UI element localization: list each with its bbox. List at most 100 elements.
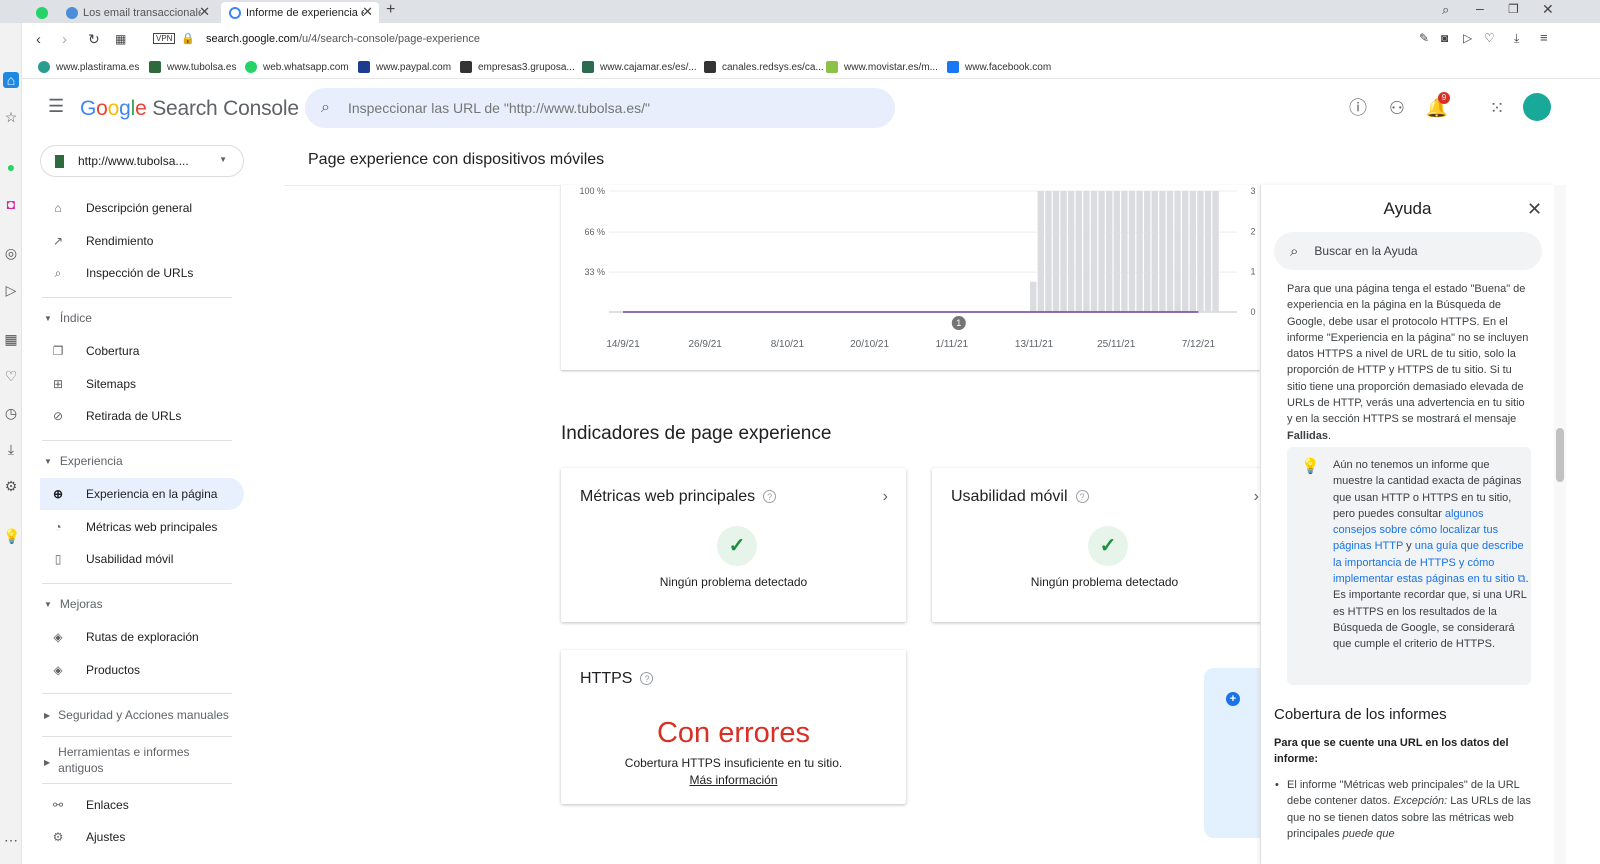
bookmark-item[interactable]: www.plastirama.es (38, 61, 139, 73)
gear-icon: ⚙ (52, 830, 64, 844)
tip-text-part: Aún no tenemos un informe que muestre la… (1333, 459, 1522, 520)
bulb-icon[interactable]: 💡 (3, 528, 20, 544)
bookmark-item[interactable]: www.tubolsa.es (149, 61, 236, 73)
nav-overview[interactable]: ⌂ Descripción general (40, 192, 244, 224)
bookmark-item[interactable]: canales.redsys.es/ca... (704, 61, 824, 73)
more-icon[interactable]: ⋯ (3, 832, 19, 848)
nav-section-experience[interactable]: ▼ Experiencia (44, 454, 123, 468)
nav-performance[interactable]: ↗ Rendimiento (40, 225, 244, 257)
settings-icon[interactable]: ⚙ (3, 478, 19, 494)
menu-icon[interactable]: ≡ (1540, 30, 1548, 45)
tab-email[interactable]: Los email transaccionales o ✕ (58, 2, 216, 23)
manage-users-icon[interactable]: ⚇ (1385, 96, 1409, 120)
mobile-usability-card[interactable]: Usabilidad móvil? › ✓ Ningún problema de… (932, 468, 1277, 622)
play-icon[interactable]: ▷ (1463, 31, 1472, 45)
left-navigation: http://www.tubolsa.... ▼ ⌂ Descripción ge… (22, 138, 284, 864)
bar (1083, 191, 1090, 312)
nav-divider (42, 693, 232, 694)
x-tick-label: 26/9/21 (689, 339, 723, 350)
help-search[interactable]: ⌕ Buscar en la Ayuda (1274, 232, 1542, 270)
apps-icon[interactable]: ▦ (3, 331, 19, 347)
help-circle-icon[interactable]: ? (763, 490, 777, 503)
cwv-status: Ningún problema detectado (659, 575, 808, 589)
forward-icon[interactable]: › (62, 31, 67, 48)
nav-sitemaps[interactable]: ⊞ Sitemaps (40, 368, 244, 400)
nav-section-index[interactable]: ▼ Índice (44, 311, 92, 325)
help-icon[interactable]: ⓘ (1346, 96, 1370, 120)
bar (1159, 191, 1166, 312)
back-icon[interactable]: ‹ (36, 31, 41, 48)
home-icon: ⌂ (54, 201, 62, 215)
chevron-right-icon[interactable]: › (883, 488, 888, 506)
chevron-right-icon[interactable]: › (1254, 488, 1259, 506)
edit-icon[interactable]: ✎ (1419, 31, 1429, 45)
close-tab-icon[interactable]: ✕ (199, 4, 210, 20)
nav-section-security[interactable]: ▶ Seguridad y Acciones manuales (44, 708, 229, 722)
url-inspection-search[interactable]: ⌕ (305, 88, 895, 128)
help-circle-icon[interactable]: ? (1075, 490, 1089, 503)
help-paragraph-end: . (1327, 429, 1332, 442)
close-window-icon[interactable]: ✕ (1542, 1, 1554, 18)
url-inspection-input[interactable] (345, 99, 866, 117)
nav-mobile-usability[interactable]: ▯ Usabilidad móvil (40, 543, 244, 575)
tab-whatsapp[interactable] (30, 2, 54, 23)
close-icon[interactable]: ✕ (1527, 199, 1542, 220)
hamburger-menu-icon[interactable]: ☰ (48, 96, 64, 117)
nav-breadcrumbs[interactable]: ◈ Rutas de exploración (40, 621, 244, 653)
send-icon[interactable]: ▷ (3, 282, 19, 298)
nav-coverage[interactable]: ❐ Cobertura (40, 335, 244, 367)
whatsapp-icon[interactable]: ● (3, 159, 19, 175)
restore-icon[interactable]: ❐ (1508, 2, 1519, 16)
minimize-icon[interactable]: – (1476, 0, 1484, 16)
nav-removals[interactable]: ⊘ Retirada de URLs (40, 400, 244, 432)
bookmark-item[interactable]: www.cajamar.es/es/... (582, 61, 697, 73)
tabs-grid-icon[interactable]: ▦ (115, 32, 126, 46)
plus-circle-icon[interactable]: + (1226, 692, 1240, 706)
help-scrollbar-thumb[interactable] (1556, 428, 1564, 482)
history-icon[interactable]: ◷ (3, 405, 19, 421)
nav-section-tools[interactable]: ▶ Herramientas e informes antiguos (44, 744, 214, 776)
bar (1189, 191, 1196, 312)
close-tab-icon[interactable]: ✕ (362, 4, 373, 20)
download-icon[interactable]: ⤓ (3, 441, 19, 457)
help-scrollbar[interactable] (1554, 185, 1566, 864)
nav-page-experience[interactable]: ⊕ Experiencia en la página (40, 478, 244, 510)
bookmark-item[interactable]: www.movistar.es/m... (826, 61, 938, 73)
new-tab-icon[interactable]: + (386, 1, 395, 19)
bookmark-item[interactable]: www.facebook.com (947, 61, 1051, 73)
lock-icon[interactable]: 🔒 (181, 32, 195, 45)
download-icon[interactable]: ⤓ (1514, 31, 1519, 46)
home-speed-dial-icon[interactable]: ⌂ (3, 72, 19, 88)
heart-icon[interactable]: ♡ (1484, 31, 1495, 45)
vpn-badge[interactable]: VPN (153, 33, 176, 44)
property-selector[interactable]: http://www.tubolsa.... ▼ (40, 145, 244, 177)
instagram-icon[interactable]: ◘ (3, 196, 19, 212)
bar (1075, 191, 1082, 312)
help-circle-icon[interactable]: ? (640, 672, 654, 685)
nav-url-inspection[interactable]: ⌕ Inspección de URLs (40, 257, 244, 289)
bookmark-item[interactable]: empresas3.gruposa... (460, 61, 575, 73)
url-field[interactable]: search.google.com/u/4/search-console/pag… (206, 33, 480, 45)
tab-page-experience[interactable]: Informe de experiencia en ✕ (221, 2, 379, 23)
nav-settings[interactable]: ⚙ Ajustes (40, 821, 244, 853)
nav-core-web-vitals[interactable]: ◔ Métricas web principales (40, 511, 244, 543)
heart-icon[interactable]: ♡ (3, 368, 19, 384)
https-card[interactable]: HTTPS? Con errores Cobertura HTTPS insuf… (561, 650, 906, 804)
reload-icon[interactable]: ↻ (88, 31, 100, 48)
nav-section-improvements[interactable]: ▼ Mejoras (44, 597, 103, 611)
nav-products[interactable]: ◈ Productos (40, 654, 244, 686)
bookmark-item[interactable]: web.whatsapp.com (245, 61, 349, 73)
nav-label: Experiencia en la página (86, 487, 218, 501)
nav-links[interactable]: ⚯ Enlaces (40, 789, 244, 821)
notifications-bell-icon[interactable]: 🔔 9 (1425, 92, 1450, 120)
camera-icon[interactable]: ◙ (1441, 31, 1448, 45)
more-info-link[interactable]: Más información (561, 773, 906, 787)
cwv-card[interactable]: Métricas web principales? › ✓ Ningún pro… (561, 468, 906, 622)
star-icon[interactable]: ☆ (3, 109, 19, 125)
search-tabs-icon[interactable]: ⌕ (1442, 2, 1449, 18)
player-icon[interactable]: ◎ (3, 245, 19, 261)
apps-grid-icon[interactable]: ⁙ (1485, 96, 1509, 120)
bookmark-item[interactable]: www.paypal.com (358, 61, 451, 73)
search-console-logo[interactable]: Google Search Console (80, 97, 299, 121)
avatar[interactable] (1523, 93, 1551, 121)
